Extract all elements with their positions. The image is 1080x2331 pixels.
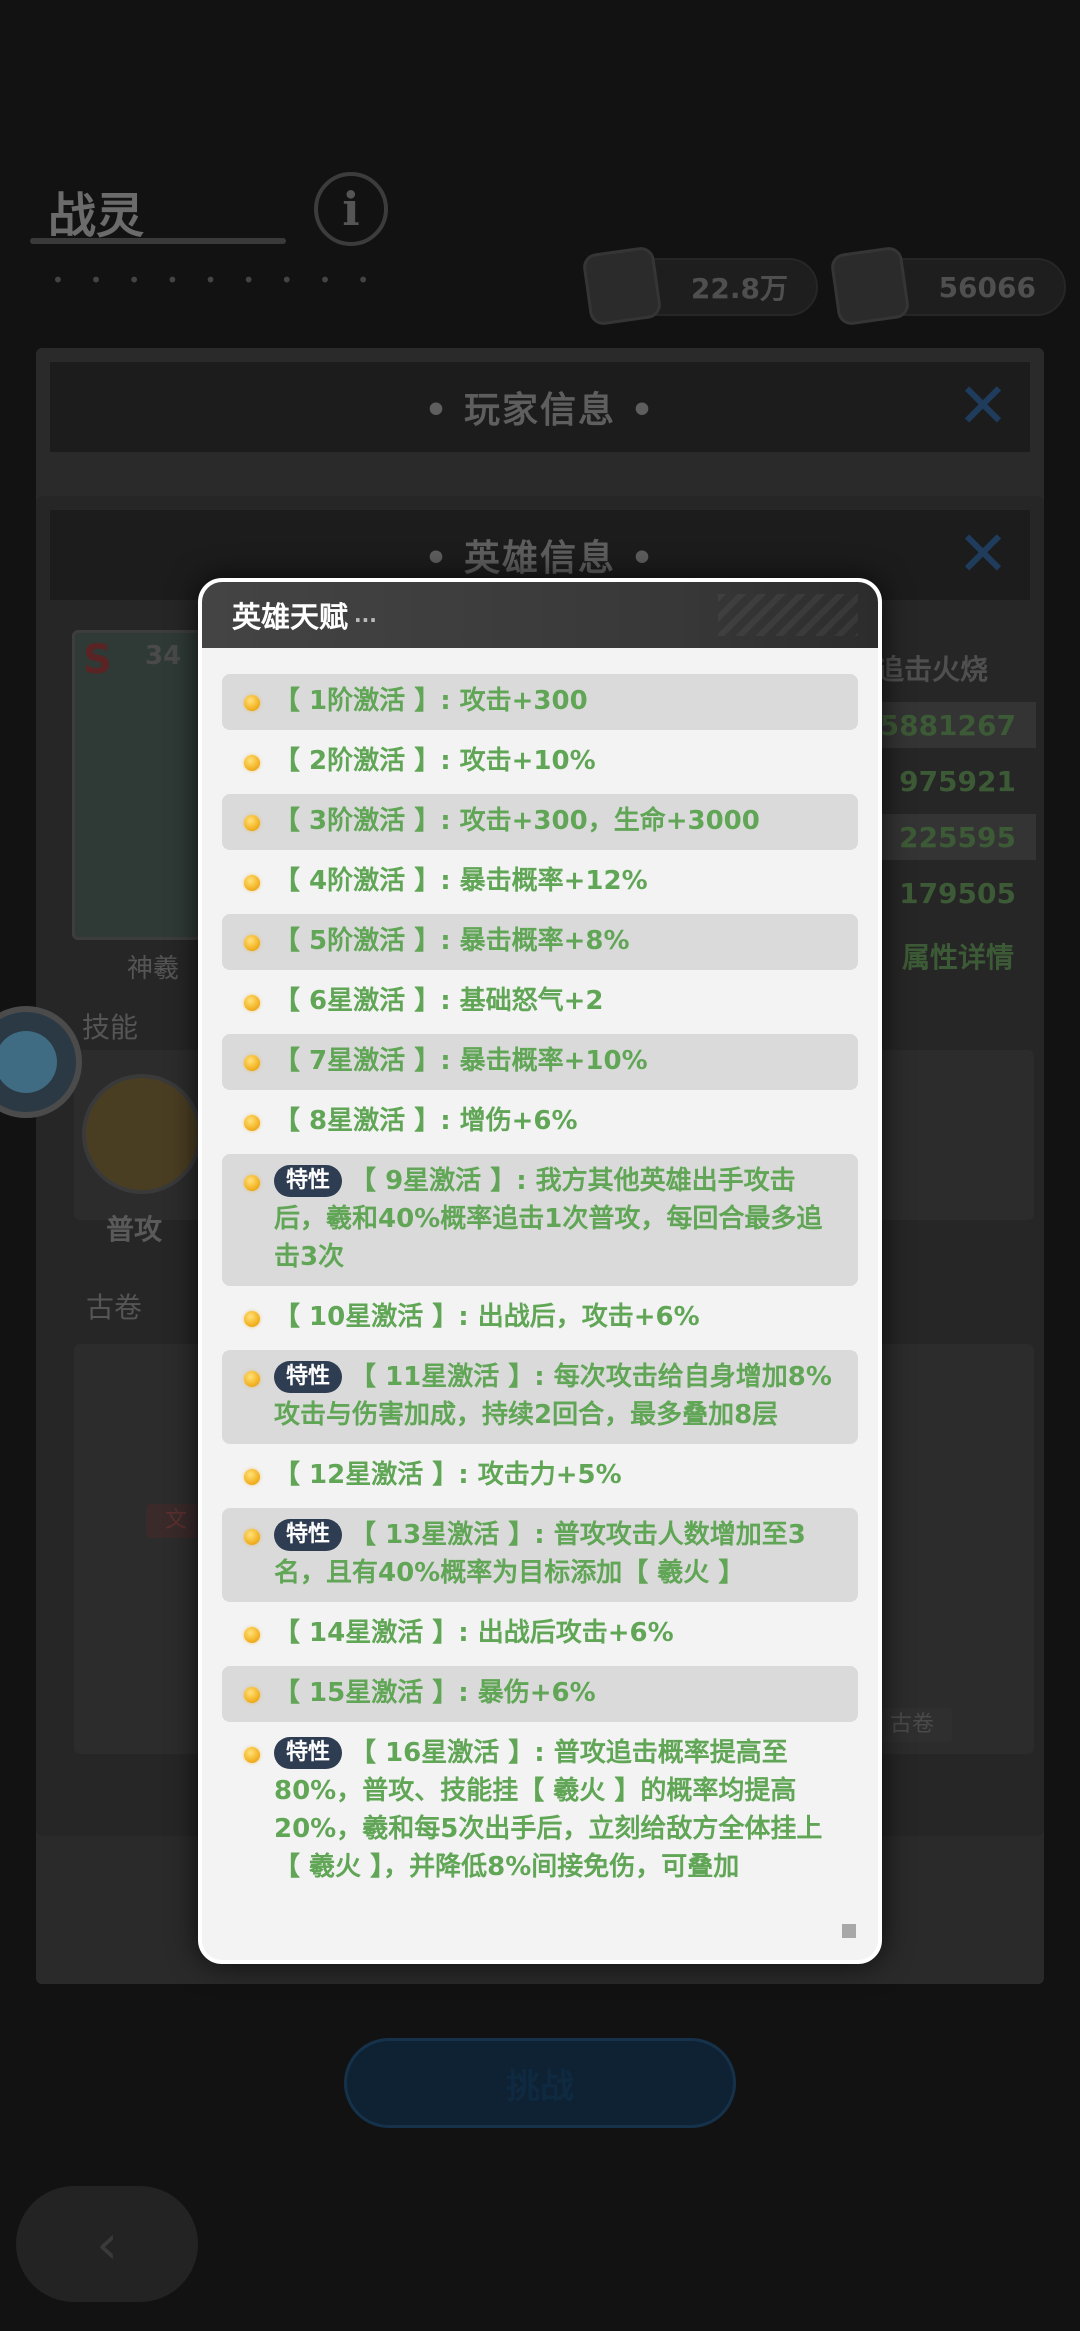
talent-text: 【 4阶激活 】: 暴击概率+12%: [274, 866, 648, 896]
dialog-title: 英雄天赋: [232, 600, 349, 634]
talent-item: 【 7星激活 】: 暴击概率+10%: [222, 1034, 858, 1090]
talent-list[interactable]: 【 1阶激活 】: 攻击+300 【 2阶激活 】: 攻击+10% 【 3阶激活…: [202, 648, 878, 1896]
back-arrow-icon: ‹: [96, 2212, 118, 2276]
bullet-icon: [244, 1529, 260, 1545]
scroll-tag-left: 文: [146, 1504, 206, 1538]
talent-text: 【 1阶激活 】: 攻击+300: [274, 686, 588, 716]
star-upgrade-icon: [581, 245, 663, 327]
stat-value: 225595: [866, 814, 1036, 860]
bullet-icon: [244, 695, 260, 711]
page-title: 战灵: [48, 188, 145, 244]
talent-item: 特性【 9星激活 】: 我方其他英雄出手攻击后，羲和40%概率追击1次普攻，每回…: [222, 1154, 858, 1286]
header-decoration: [718, 594, 858, 636]
skill-icon[interactable]: [82, 1074, 202, 1194]
attribute-details-link[interactable]: 属性详情: [902, 936, 1014, 976]
trait-badge: 特性: [274, 1519, 343, 1551]
bullet-icon: [244, 935, 260, 951]
resource-pill-stars[interactable]: 22.8万: [581, 245, 818, 327]
bullet-icon: [244, 1175, 260, 1191]
bullet-icon: [244, 1747, 260, 1763]
talent-text: 【 14星激活 】: 出战后攻击+6%: [274, 1618, 674, 1648]
skill-name: 普攻: [106, 1213, 163, 1246]
player-info-title: • 玩家信息 •: [424, 390, 656, 431]
bullet-icon: [244, 995, 260, 1011]
talent-text: 【 3阶激活 】: 攻击+300，生命+3000: [274, 806, 760, 836]
talent-item: 特性【 13星激活 】: 普攻攻击人数增加至3名，且有40%概率为目标添加【 羲…: [222, 1508, 858, 1602]
stat-value: 179505: [899, 876, 1016, 910]
dialog-title-dots: ...: [354, 603, 377, 627]
talent-item: 【 14星激活 】: 出战后攻击+6%: [222, 1606, 858, 1662]
bullet-icon: [244, 1627, 260, 1643]
title-underline: [30, 238, 286, 244]
talent-item: 【 12星激活 】: 攻击力+5%: [222, 1448, 858, 1504]
book-upgrade-icon: [829, 245, 911, 327]
resize-corner-icon: [842, 1924, 856, 1938]
talent-text: 【 9星激活 】: 我方其他英雄出手攻击后，羲和40%概率追击1次普攻，每回合最…: [274, 1166, 823, 1272]
talent-item: 特性【 16星激活 】: 普攻追击概率提高至80%，普攻、技能挂【 羲火 】的概…: [222, 1726, 858, 1896]
hero-rank: S: [83, 637, 112, 683]
info-icon[interactable]: i: [314, 172, 388, 246]
player-info-header: • 玩家信息 • ✕: [50, 362, 1030, 452]
hero-level: 34: [145, 641, 182, 671]
passive-label: 追击火烧: [876, 653, 989, 686]
back-button[interactable]: ‹: [16, 2186, 198, 2302]
scroll-tag-right: 古卷: [872, 1708, 952, 1742]
talent-item: 【 10星激活 】: 出战后，攻击+6%: [222, 1290, 858, 1346]
talent-item: 【 8星激活 】: 增伤+6%: [222, 1094, 858, 1150]
skills-label: 技能: [82, 1011, 139, 1044]
bullet-icon: [244, 1115, 260, 1131]
bullet-icon: [244, 1687, 260, 1703]
close-icon[interactable]: ✕: [954, 375, 1014, 437]
talent-text: 【 12星激活 】: 攻击力+5%: [274, 1460, 622, 1490]
talent-item: 【 15星激活 】: 暴伤+6%: [222, 1666, 858, 1722]
talent-text: 【 10星激活 】: 出战后，攻击+6%: [274, 1302, 700, 1332]
challenge-button[interactable]: 挑战: [344, 2038, 736, 2128]
talent-item: 【 1阶激活 】: 攻击+300: [222, 674, 858, 730]
bullet-icon: [244, 1469, 260, 1485]
dialog-header: 英雄天赋 ...: [202, 582, 878, 648]
talent-item: 【 3阶激活 】: 攻击+300，生命+3000: [222, 794, 858, 850]
talent-item: 【 4阶激活 】: 暴击概率+12%: [222, 854, 858, 910]
close-icon[interactable]: ✕: [954, 523, 1014, 585]
trait-badge: 特性: [274, 1165, 343, 1197]
resource-value: 22.8万: [690, 272, 788, 305]
bullet-icon: [244, 755, 260, 771]
resource-pill-books[interactable]: 56066: [829, 245, 1066, 327]
scroll-label: 古卷: [86, 1291, 143, 1324]
avatar-icon: [0, 1031, 57, 1093]
talent-text: 【 16星激活 】: 普攻追击概率提高至80%，普攻、技能挂【 羲火 】的概率均…: [274, 1738, 823, 1882]
talent-text: 【 15星激活 】: 暴伤+6%: [274, 1678, 596, 1708]
talent-text: 【 8星激活 】: 增伤+6%: [274, 1106, 578, 1136]
talent-text: 【 6星激活 】: 基础怒气+2: [274, 986, 604, 1016]
trait-badge: 特性: [274, 1361, 343, 1393]
resource-value: 56066: [938, 270, 1036, 304]
bullet-icon: [244, 1055, 260, 1071]
bullet-icon: [244, 1311, 260, 1327]
trait-badge: 特性: [274, 1737, 343, 1769]
talent-item: 【 2阶激活 】: 攻击+10%: [222, 734, 858, 790]
bullet-icon: [244, 1371, 260, 1387]
talent-text: 【 5阶激活 】: 暴击概率+8%: [274, 926, 630, 956]
title-subtext: • • • • • • • • •: [52, 268, 380, 292]
hero-talent-dialog: 英雄天赋 ... 【 1阶激活 】: 攻击+300 【 2阶激活 】: 攻击+1…: [198, 578, 882, 1964]
hero-info-title: • 英雄信息 •: [424, 538, 656, 579]
talent-text: 【 11星激活 】: 每次攻击给自身增加8%攻击与伤害加成，持续2回合，最多叠加…: [274, 1362, 832, 1430]
stat-value: 5881267: [866, 702, 1036, 748]
stat-list: 5881267 975921 225595 179505: [866, 702, 1036, 916]
bullet-icon: [244, 875, 260, 891]
talent-item: 【 6星激活 】: 基础怒气+2: [222, 974, 858, 1030]
talent-item: 【 5阶激活 】: 暴击概率+8%: [222, 914, 858, 970]
talent-item: 特性【 11星激活 】: 每次攻击给自身增加8%攻击与伤害加成，持续2回合，最多…: [222, 1350, 858, 1444]
talent-text: 【 13星激活 】: 普攻攻击人数增加至3名，且有40%概率为目标添加【 羲火 …: [274, 1520, 806, 1588]
bullet-icon: [244, 815, 260, 831]
stat-value: 975921: [899, 764, 1016, 798]
talent-text: 【 7星激活 】: 暴击概率+10%: [274, 1046, 648, 1076]
talent-text: 【 2阶激活 】: 攻击+10%: [274, 746, 596, 776]
